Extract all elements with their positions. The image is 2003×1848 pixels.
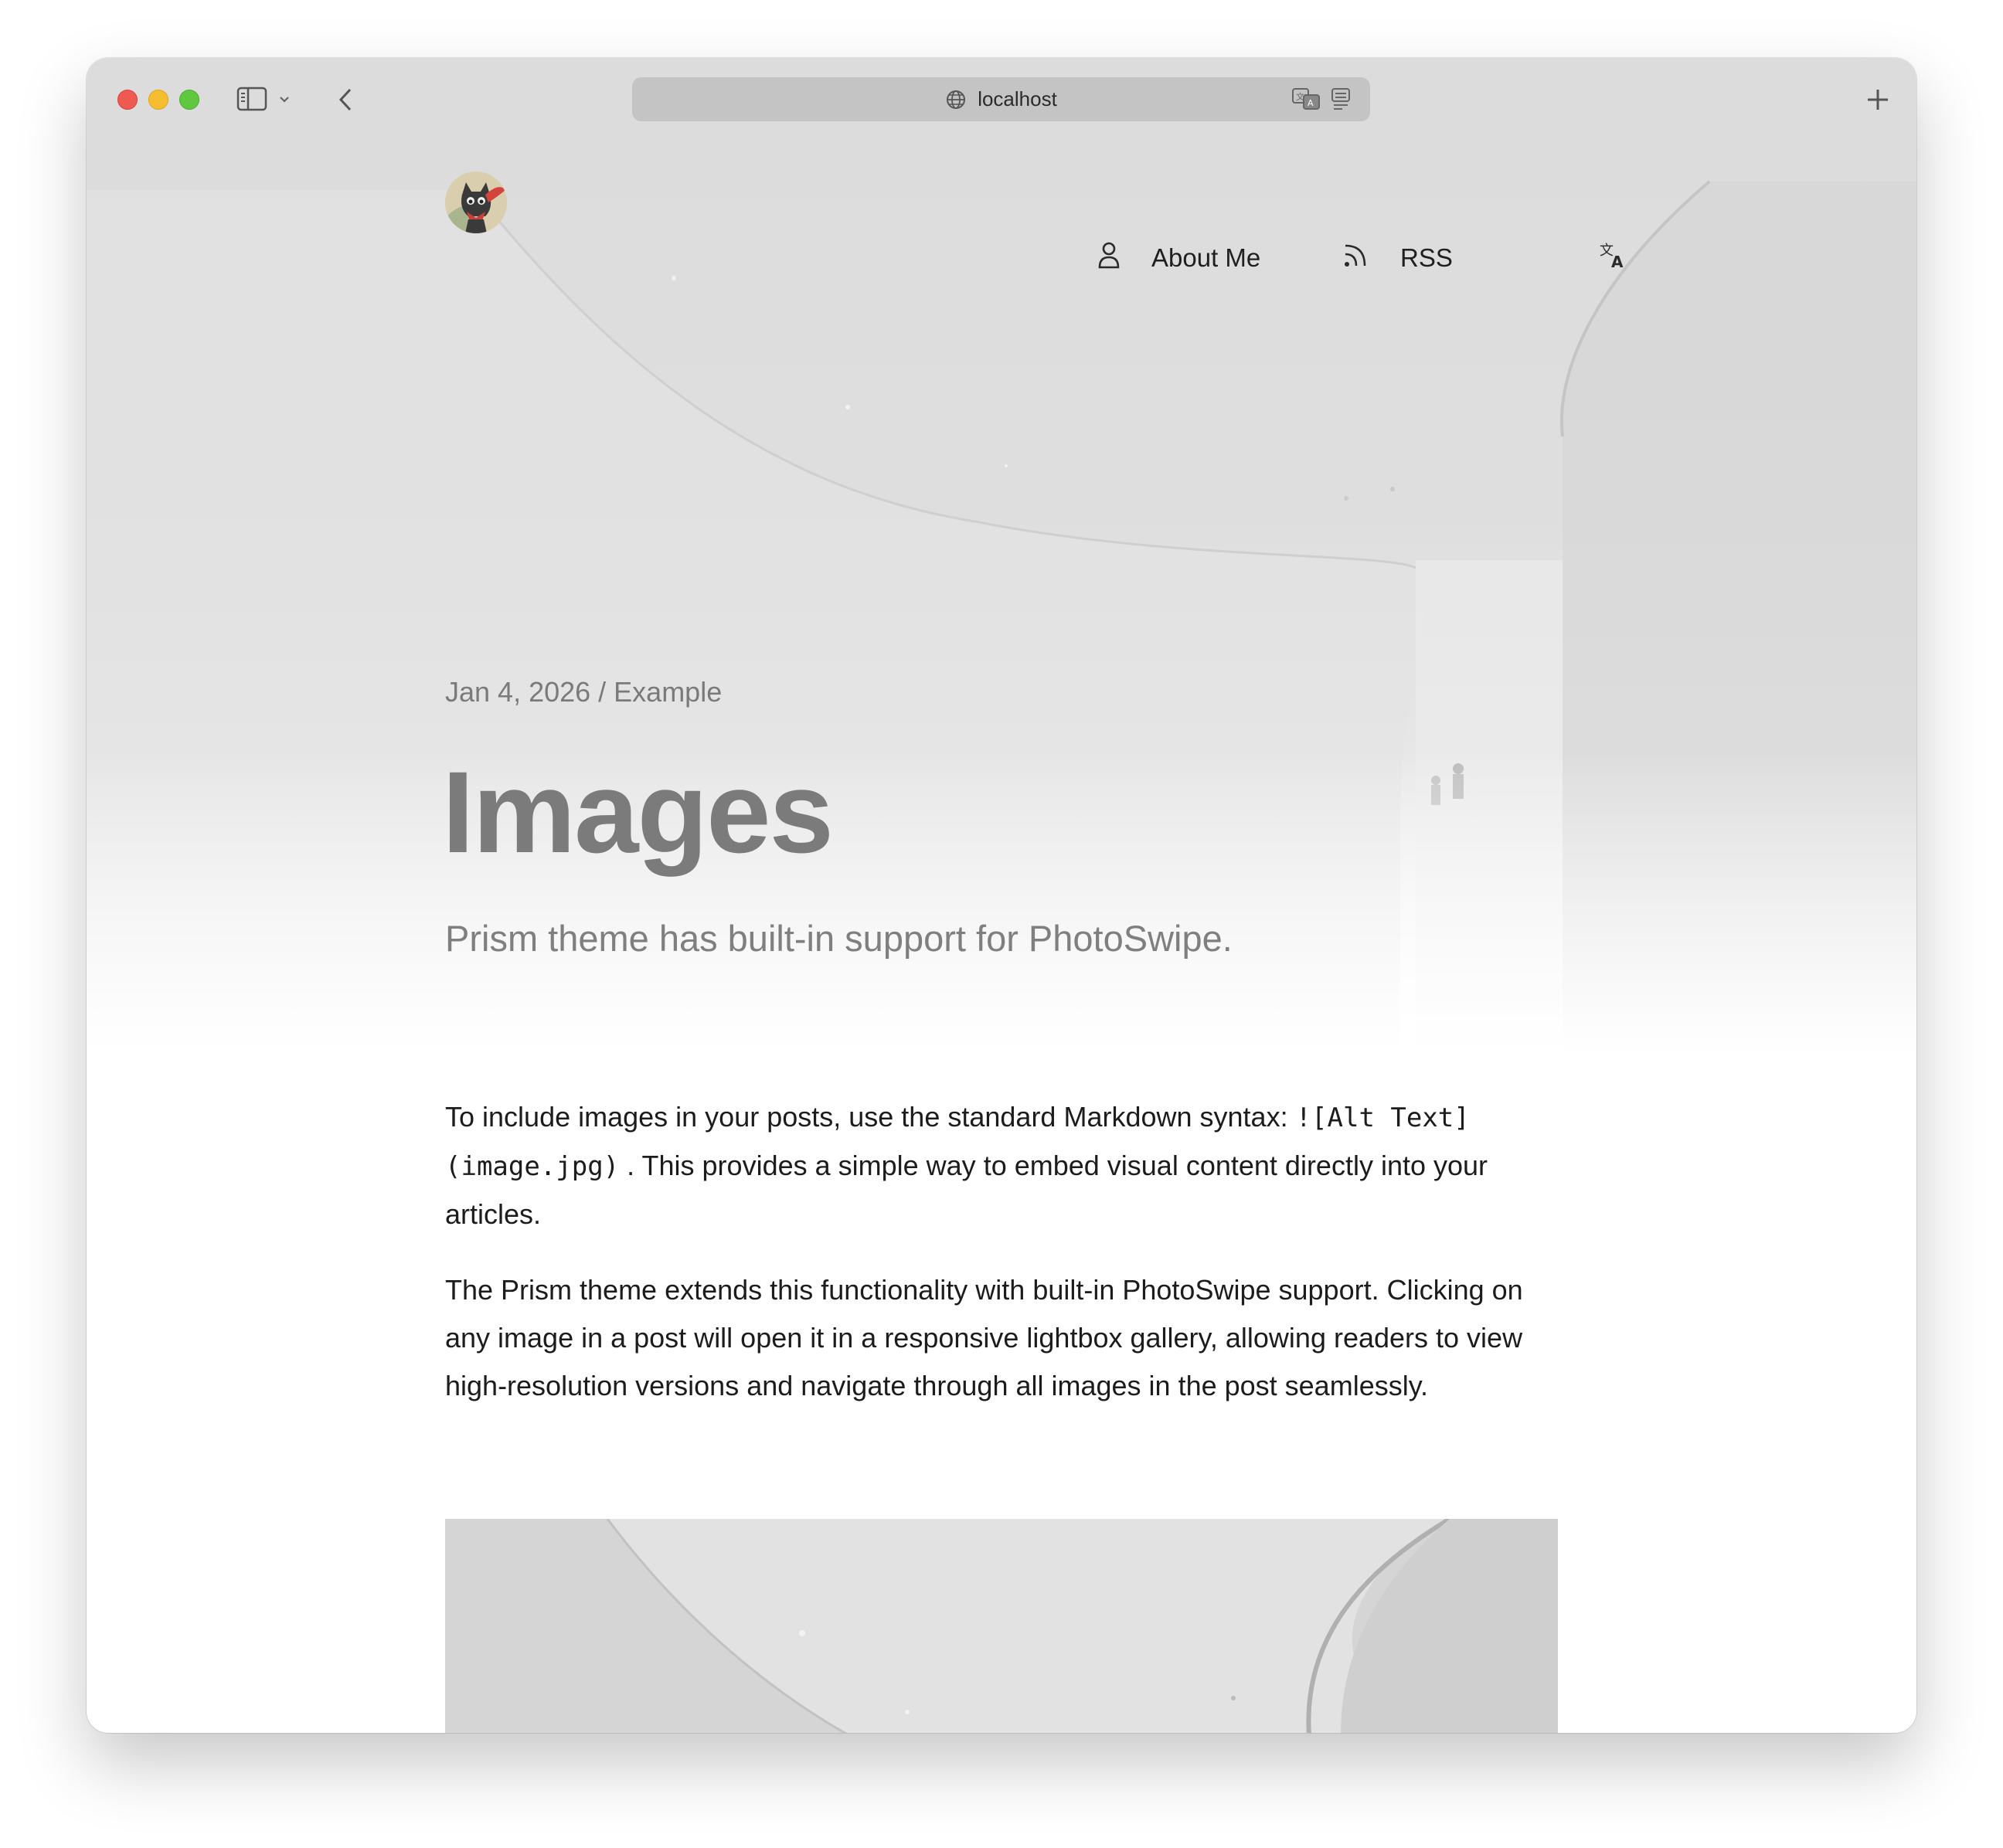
chevron-down-icon[interactable] bbox=[277, 92, 292, 107]
zoom-button[interactable] bbox=[179, 90, 199, 110]
svg-text:文: 文 bbox=[1296, 91, 1304, 102]
url-text: localhost bbox=[978, 87, 1057, 110]
browser-window: localhost 文A About Me RSS 文 A Jan 4, 202… bbox=[87, 58, 1916, 1733]
paragraph-markdown-syntax: To include images in your posts, use the… bbox=[445, 1093, 1558, 1238]
post-content: To include images in your posts, use the… bbox=[445, 1093, 1558, 1438]
plus-icon[interactable] bbox=[1864, 86, 1892, 114]
sidebar-icon[interactable] bbox=[236, 86, 267, 112]
post-meta: Jan 4, 2026 / Example bbox=[445, 676, 723, 708]
paragraph-photoswipe: The Prism theme extends this functionali… bbox=[445, 1274, 1523, 1401]
nav-rss[interactable]: RSS bbox=[1342, 241, 1453, 275]
post-subtitle: Prism theme has built-in support for Pho… bbox=[445, 918, 1233, 959]
globe-icon bbox=[945, 89, 967, 110]
paragraph-text: To include images in your posts, use the… bbox=[445, 1101, 1296, 1133]
hero-background bbox=[87, 58, 1916, 1055]
title-bar: localhost 文A bbox=[87, 58, 1916, 141]
nav-about-me-label: About Me bbox=[1151, 243, 1261, 272]
person-icon bbox=[1097, 241, 1121, 275]
post-title: Images bbox=[442, 747, 834, 877]
svg-text:A: A bbox=[1308, 98, 1314, 108]
close-button[interactable] bbox=[117, 90, 138, 110]
address-bar[interactable]: localhost 文A bbox=[632, 77, 1370, 121]
post-image[interactable] bbox=[445, 1519, 1558, 1733]
nav-about-me[interactable]: About Me bbox=[1097, 241, 1260, 275]
reader-icon[interactable] bbox=[1330, 87, 1352, 117]
minimize-button[interactable] bbox=[148, 90, 168, 110]
nav-rss-label: RSS bbox=[1400, 243, 1453, 272]
translate-icon[interactable]: 文A bbox=[1291, 87, 1321, 117]
site-logo-avatar[interactable] bbox=[445, 172, 507, 233]
language-icon[interactable]: 文 A bbox=[1600, 242, 1627, 270]
back-arrow-icon[interactable] bbox=[334, 84, 357, 115]
rss-icon bbox=[1342, 241, 1369, 275]
svg-text:A: A bbox=[1611, 253, 1624, 270]
